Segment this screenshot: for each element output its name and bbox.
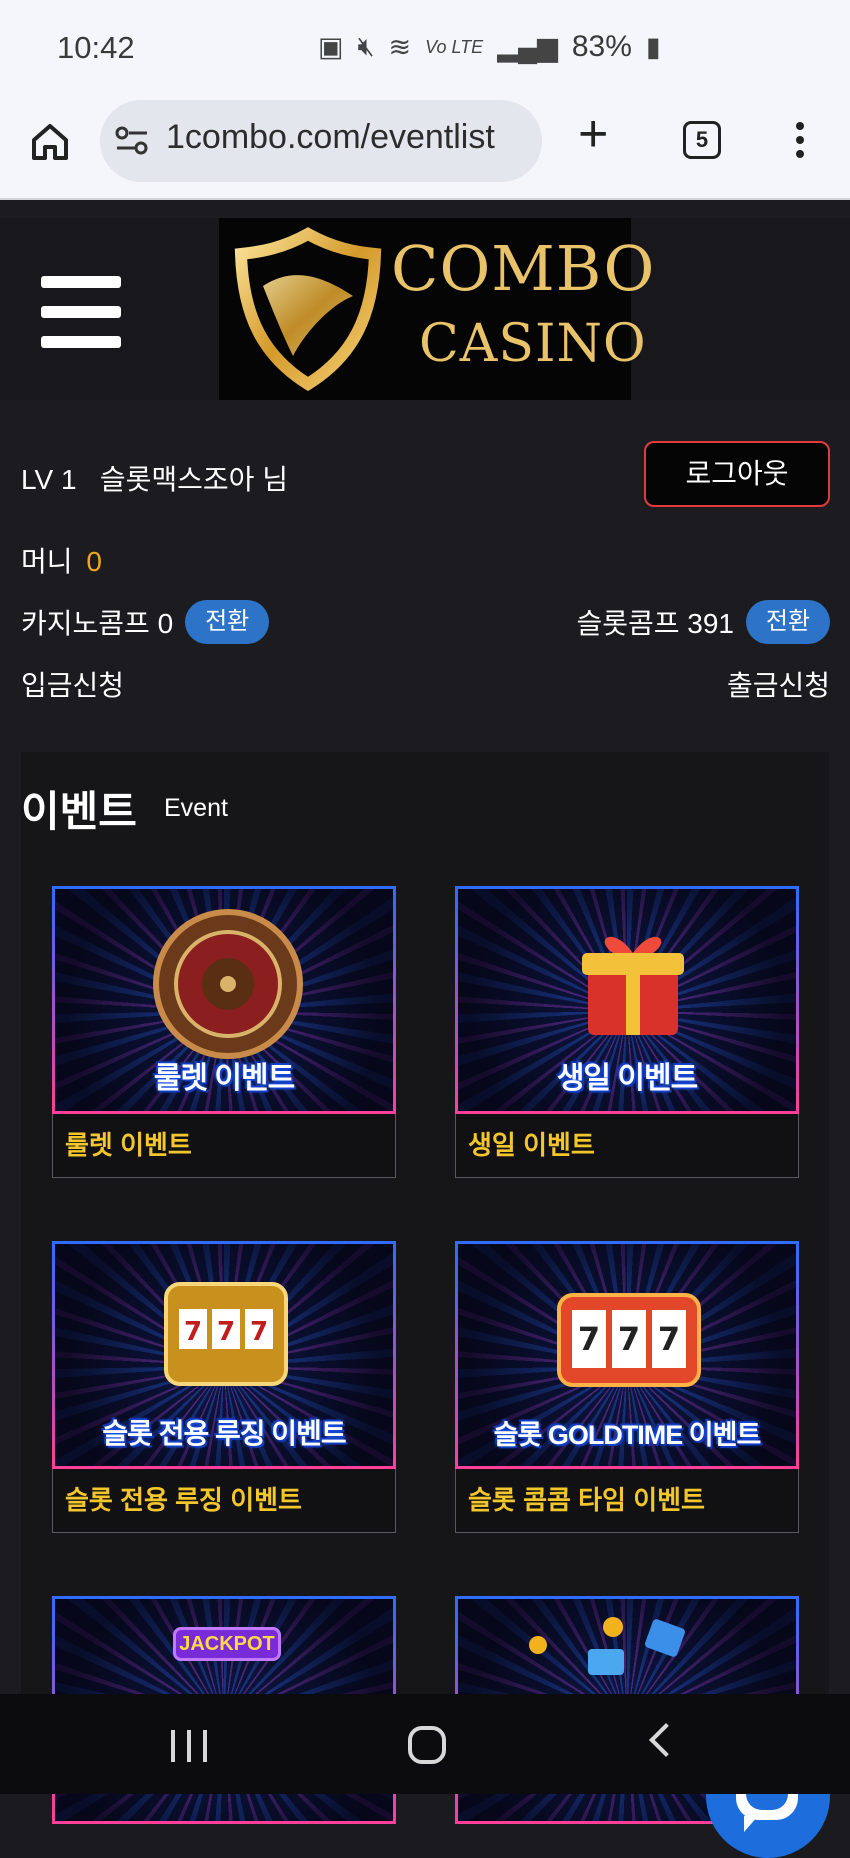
deposit-link[interactable]: 입금신청 xyxy=(21,664,124,704)
withdraw-link[interactable]: 출금신청 xyxy=(727,664,830,704)
gift-icon xyxy=(582,936,684,1035)
event-banner-text: 슬롯 전용 루징 이벤트 xyxy=(102,1418,346,1449)
svg-text:7: 7 xyxy=(658,1320,680,1358)
gift-boxes-icon xyxy=(529,1617,685,1675)
home-button-icon[interactable] xyxy=(408,1726,446,1764)
slot-comp-value: 391 xyxy=(687,608,734,639)
event-panel: 이벤트 Event 룰렛 이벤트 룰렛 이벤트 생일 이벤트 생일 이벤트 7 … xyxy=(21,752,829,1824)
jackpot-text: JACKPOT xyxy=(179,1633,275,1655)
slot-machine-icon: 7 7 7 xyxy=(164,1282,288,1386)
home-icon[interactable] xyxy=(28,120,72,164)
back-icon[interactable] xyxy=(649,1723,683,1757)
event-card-birthday[interactable]: 생일 이벤트 생일 이벤트 xyxy=(455,886,799,1178)
svg-text:7: 7 xyxy=(250,1317,268,1347)
event-banner[interactable]: 7 7 7 슬롯 전용 루징 이벤트 xyxy=(52,1241,396,1469)
event-banner-text: 생일 이벤트 xyxy=(556,1062,698,1095)
shield-logo-icon xyxy=(234,227,382,391)
browser-toolbar: 1combo.com/eventlist + 5 xyxy=(0,96,850,200)
event-caption[interactable]: 룰렛 이벤트 xyxy=(52,1114,396,1178)
logout-button[interactable]: 로그아웃 xyxy=(644,441,830,507)
svg-text:7: 7 xyxy=(184,1317,202,1347)
status-icons: ▣ 🔇︎ ≋ Vo LTE ▂▄▆ 83% ▮ xyxy=(318,30,661,64)
event-card-slot-losing[interactable]: 7 7 7 슬롯 전용 루징 이벤트 슬롯 전용 루징 이벤트 xyxy=(52,1241,396,1533)
event-caption[interactable]: 슬롯 콤콤 타임 이벤트 xyxy=(455,1469,799,1533)
svg-text:7: 7 xyxy=(578,1320,600,1358)
event-banner[interactable]: 7 7 7 슬롯 GOLDTIME 이벤트 xyxy=(455,1241,799,1469)
casino-comp-label: 카지노콤프 xyxy=(21,608,150,639)
event-card-slot-goldtime[interactable]: 7 7 7 슬롯 GOLDTIME 이벤트 슬롯 콤콤 타임 이벤트 xyxy=(455,1241,799,1533)
casino-comp-convert-button[interactable]: 전환 xyxy=(185,600,270,644)
event-banner-text: 슬롯 GOLDTIME 이벤트 xyxy=(493,1420,762,1450)
wifi-icon: ≋ xyxy=(388,31,412,62)
site-header: COMBO CASINO xyxy=(0,218,850,400)
hamburger-menu-icon[interactable] xyxy=(41,276,121,348)
casino-comp-row: 카지노콤프 0 전환 xyxy=(21,600,270,644)
site-content: COMBO CASINO LV 1 슬롯맥스조아 님 로그아웃 머니 0 카지노… xyxy=(0,200,850,1858)
event-caption[interactable]: 슬롯 전용 루징 이벤트 xyxy=(52,1469,396,1533)
mute-icon: 🔇︎ xyxy=(357,31,375,61)
tab-count-button[interactable]: 5 xyxy=(683,121,721,159)
slot-comp-row: 슬롯콤프 391 전환 xyxy=(576,600,830,644)
status-time: 10:42 xyxy=(57,30,135,65)
slot-777-icon: 7 7 7 xyxy=(557,1293,701,1387)
money-row: 머니 0 xyxy=(21,540,102,580)
event-banner[interactable]: 생일 이벤트 xyxy=(455,886,799,1114)
money-label: 머니 xyxy=(21,546,73,577)
battery-percent: 83% xyxy=(571,30,632,63)
site-logo[interactable]: COMBO CASINO xyxy=(219,218,654,400)
user-name: 슬롯맥스조아 님 xyxy=(99,464,288,495)
casino-comp-value: 0 xyxy=(157,608,174,639)
event-banner[interactable]: 룰렛 이벤트 xyxy=(52,886,396,1114)
logo-text-line2: CASINO xyxy=(419,314,647,374)
event-banner-text: 룰렛 이벤트 xyxy=(153,1062,295,1095)
money-value: 0 xyxy=(86,546,102,577)
more-menu-icon[interactable] xyxy=(796,122,806,164)
roulette-icon xyxy=(153,909,303,1059)
logo-text-line1: COMBO xyxy=(391,232,656,305)
new-tab-icon[interactable]: + xyxy=(578,108,608,160)
event-caption[interactable]: 생일 이벤트 xyxy=(455,1114,799,1178)
vpn-icon: ▣ xyxy=(318,31,344,62)
site-settings-icon[interactable] xyxy=(115,126,149,156)
slot-comp-label: 슬롯콤프 xyxy=(576,608,680,639)
slot-comp-convert-button[interactable]: 전환 xyxy=(746,600,830,644)
event-title: 이벤트 xyxy=(21,788,137,835)
event-card-roulette[interactable]: 룰렛 이벤트 룰렛 이벤트 xyxy=(52,886,396,1178)
status-bar: 10:42 ▣ 🔇︎ ≋ Vo LTE ▂▄▆ 83% ▮ xyxy=(0,0,850,96)
svg-text:7: 7 xyxy=(217,1317,235,1347)
system-nav-bar xyxy=(0,1694,850,1794)
url-text[interactable]: 1combo.com/eventlist xyxy=(166,118,495,157)
svg-text:7: 7 xyxy=(618,1320,640,1358)
lte-icon: Vo LTE xyxy=(425,36,484,57)
battery-icon: ▮ xyxy=(645,31,661,62)
user-level: LV 1 xyxy=(21,464,77,495)
signal-icon: ▂▄▆ xyxy=(497,31,558,62)
event-subtitle: Event xyxy=(164,794,228,822)
user-info: LV 1 슬롯맥스조아 님 xyxy=(21,458,288,498)
recent-apps-icon[interactable] xyxy=(171,1730,207,1762)
jackpot-icon: JACKPOT xyxy=(173,1627,281,1661)
